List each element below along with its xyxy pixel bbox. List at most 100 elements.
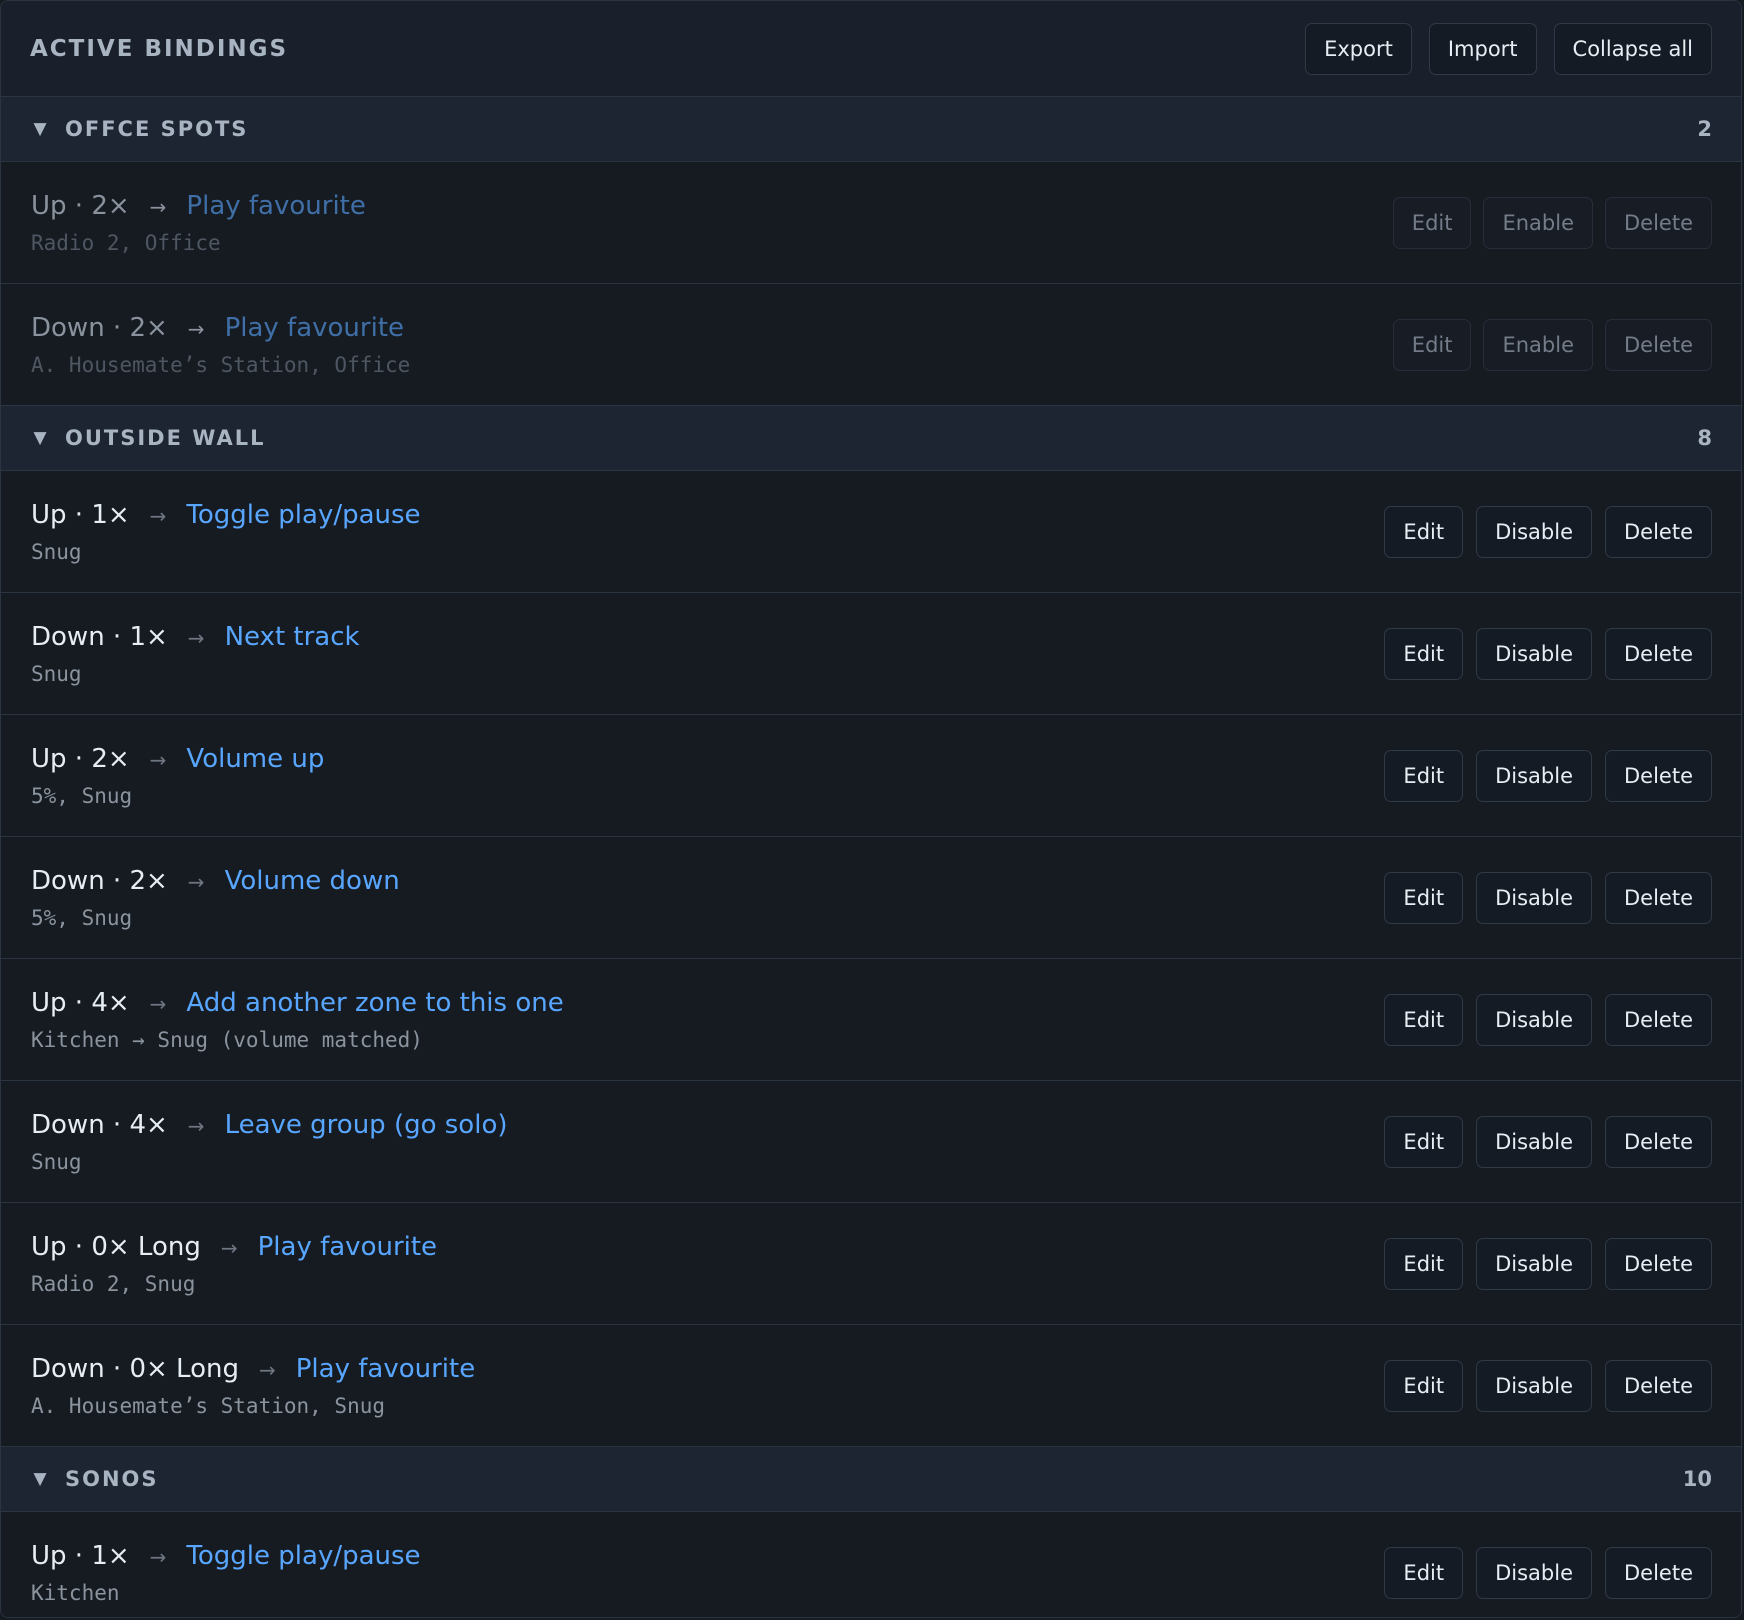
arrow-right-icon: → xyxy=(149,194,167,219)
disable-button[interactable]: Disable xyxy=(1476,627,1592,680)
binding-trigger: Up · 1× xyxy=(31,1540,130,1571)
disable-button[interactable]: Disable xyxy=(1476,1359,1592,1412)
binding-action: Volume down xyxy=(224,865,400,896)
edit-button[interactable]: Edit xyxy=(1384,1546,1464,1599)
disable-button[interactable]: Disable xyxy=(1476,749,1592,802)
binding-action: Leave group (go solo) xyxy=(224,1109,508,1140)
disable-button[interactable]: Disable xyxy=(1476,505,1592,558)
edit-button[interactable]: Edit xyxy=(1384,871,1464,924)
binding-row: Up · 2× → Play favourite Radio 2, Office… xyxy=(1,162,1741,284)
binding-trigger: Down · 2× xyxy=(31,312,168,343)
delete-button[interactable]: Delete xyxy=(1605,1359,1712,1412)
edit-button[interactable]: Edit xyxy=(1392,196,1472,249)
binding-trigger: Down · 0× Long xyxy=(31,1353,239,1384)
edit-button[interactable]: Edit xyxy=(1384,505,1464,558)
binding-row: Down · 2× → Play favourite A. Housemate’… xyxy=(1,284,1741,406)
binding-action: Toggle play/pause xyxy=(186,1540,421,1571)
binding-trigger: Up · 4× xyxy=(31,987,130,1018)
active-bindings-panel: ACTIVE BINDINGS Export Import Collapse a… xyxy=(0,0,1742,1618)
collapse-all-button[interactable]: Collapse all xyxy=(1553,22,1712,75)
binding-action: Next track xyxy=(224,621,360,652)
enable-button[interactable]: Enable xyxy=(1483,196,1593,249)
binding-action: Toggle play/pause xyxy=(186,499,421,530)
binding-row: Up · 2× → Volume up 5%, Snug Edit Disabl… xyxy=(1,715,1741,837)
arrow-right-icon: → xyxy=(187,869,205,894)
group-name: SONOS xyxy=(65,1467,159,1491)
delete-button[interactable]: Delete xyxy=(1605,627,1712,680)
binding-detail: A. Housemate’s Station, Snug xyxy=(31,1393,386,1418)
edit-button[interactable]: Edit xyxy=(1384,1115,1464,1168)
chevron-down-icon: ▼ xyxy=(33,1469,47,1489)
binding-detail: Snug xyxy=(31,1149,82,1174)
group-name: OUTSIDE WALL xyxy=(65,426,266,450)
delete-button[interactable]: Delete xyxy=(1605,1546,1712,1599)
enable-button[interactable]: Enable xyxy=(1483,318,1593,371)
edit-button[interactable]: Edit xyxy=(1384,749,1464,802)
group-header-office-spots[interactable]: ▼ OFFCE SPOTS 2 xyxy=(1,97,1741,162)
import-button[interactable]: Import xyxy=(1428,22,1537,75)
group-name: OFFCE SPOTS xyxy=(65,117,249,141)
binding-row: Up · 0× Long → Play favourite Radio 2, S… xyxy=(1,1203,1741,1325)
arrow-right-icon: → xyxy=(258,1357,276,1382)
binding-detail: Snug xyxy=(31,661,82,686)
binding-detail: Kitchen → Snug (volume matched) xyxy=(31,1027,423,1052)
edit-button[interactable]: Edit xyxy=(1384,627,1464,680)
binding-action: Add another zone to this one xyxy=(186,987,564,1018)
binding-detail: Radio 2, Office xyxy=(31,230,221,255)
binding-detail: Radio 2, Snug xyxy=(31,1271,196,1296)
panel-header: ACTIVE BINDINGS Export Import Collapse a… xyxy=(1,1,1741,97)
edit-button[interactable]: Edit xyxy=(1392,318,1472,371)
delete-button[interactable]: Delete xyxy=(1605,749,1712,802)
chevron-down-icon: ▼ xyxy=(33,119,47,139)
delete-button[interactable]: Delete xyxy=(1605,993,1712,1046)
binding-detail: A. Housemate’s Station, Office xyxy=(31,352,411,377)
header-actions: Export Import Collapse all xyxy=(1305,22,1712,75)
binding-row: Down · 4× → Leave group (go solo) Snug E… xyxy=(1,1081,1741,1203)
edit-button[interactable]: Edit xyxy=(1384,993,1464,1046)
arrow-right-icon: → xyxy=(149,1544,167,1569)
binding-row: Up · 1× → Toggle play/pause Snug Edit Di… xyxy=(1,471,1741,593)
edit-button[interactable]: Edit xyxy=(1384,1359,1464,1412)
binding-trigger: Down · 4× xyxy=(31,1109,168,1140)
binding-action: Play favourite xyxy=(186,190,366,221)
delete-button[interactable]: Delete xyxy=(1605,1115,1712,1168)
arrow-right-icon: → xyxy=(187,316,205,341)
arrow-right-icon: → xyxy=(149,747,167,772)
binding-action: Volume up xyxy=(186,743,325,774)
binding-row: Down · 0× Long → Play favourite A. House… xyxy=(1,1325,1741,1447)
disable-button[interactable]: Disable xyxy=(1476,1115,1592,1168)
arrow-right-icon: → xyxy=(220,1235,238,1260)
delete-button[interactable]: Delete xyxy=(1605,318,1712,371)
panel-title: ACTIVE BINDINGS xyxy=(30,35,289,62)
binding-trigger: Up · 2× xyxy=(31,190,130,221)
edit-button[interactable]: Edit xyxy=(1384,1237,1464,1290)
disable-button[interactable]: Disable xyxy=(1476,1546,1592,1599)
delete-button[interactable]: Delete xyxy=(1605,1237,1712,1290)
binding-action: Play favourite xyxy=(257,1231,438,1262)
binding-trigger: Down · 2× xyxy=(31,865,168,896)
group-header-sonos[interactable]: ▼ SONOS 10 xyxy=(1,1447,1741,1512)
binding-trigger: Up · 1× xyxy=(31,499,130,530)
disable-button[interactable]: Disable xyxy=(1476,993,1592,1046)
binding-trigger: Up · 0× Long xyxy=(31,1231,201,1262)
binding-row: Up · 1× → Toggle play/pause Kitchen Edit… xyxy=(1,1512,1741,1617)
binding-row: Down · 2× → Volume down 5%, Snug Edit Di… xyxy=(1,837,1741,959)
chevron-down-icon: ▼ xyxy=(33,428,47,448)
delete-button[interactable]: Delete xyxy=(1605,505,1712,558)
binding-detail: Kitchen xyxy=(31,1580,120,1605)
binding-detail: 5%, Snug xyxy=(31,783,133,808)
binding-trigger: Down · 1× xyxy=(31,621,168,652)
binding-action: Play favourite xyxy=(224,312,405,343)
delete-button[interactable]: Delete xyxy=(1605,196,1712,249)
binding-trigger: Up · 2× xyxy=(31,743,130,774)
group-count: 10 xyxy=(1682,1467,1712,1491)
disable-button[interactable]: Disable xyxy=(1476,871,1592,924)
delete-button[interactable]: Delete xyxy=(1605,871,1712,924)
arrow-right-icon: → xyxy=(149,991,167,1016)
group-header-outside-wall[interactable]: ▼ OUTSIDE WALL 8 xyxy=(1,406,1741,471)
binding-action: Play favourite xyxy=(295,1353,476,1384)
binding-row: Down · 1× → Next track Snug Edit Disable… xyxy=(1,593,1741,715)
export-button[interactable]: Export xyxy=(1305,22,1412,75)
disable-button[interactable]: Disable xyxy=(1476,1237,1592,1290)
group-count: 8 xyxy=(1697,426,1712,450)
